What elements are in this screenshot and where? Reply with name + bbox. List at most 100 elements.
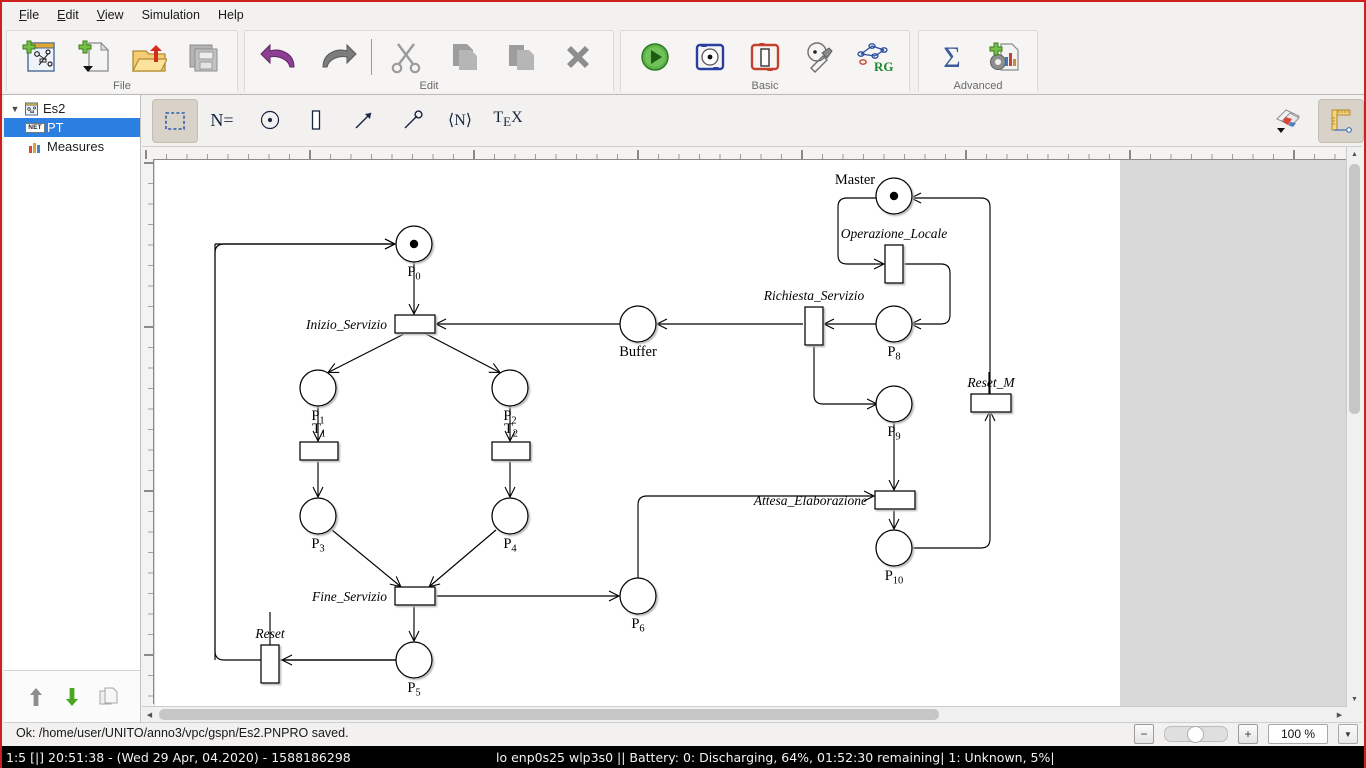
play-button[interactable]: [632, 34, 678, 80]
zoom-slider[interactable]: [1164, 726, 1228, 743]
menu-help[interactable]: Help: [209, 5, 253, 25]
scroll-left-arrow-icon[interactable]: ◀: [142, 707, 157, 722]
arc[interactable]: [637, 496, 873, 578]
new-document-dropdown-icon: [78, 40, 109, 72]
redo-button[interactable]: [314, 34, 360, 80]
scroll-up-arrow-icon[interactable]: ▲: [1347, 147, 1362, 162]
label-P5: P5: [407, 680, 420, 699]
system-taskbar: 1:5 [|] 20:51:38 - (Wed 29 Apr, 04.2020)…: [2, 746, 1364, 768]
inhibitor-arc-tool[interactable]: [390, 99, 434, 141]
label-P6: P6: [631, 616, 644, 635]
new-project-button[interactable]: [17, 34, 63, 80]
menu-edit[interactable]: Edit: [48, 5, 88, 25]
svg-text:P0: P0: [407, 264, 420, 283]
transition-Inizio_Servizio[interactable]: [394, 314, 436, 334]
place-P8[interactable]: [875, 305, 913, 343]
arc[interactable]: [813, 345, 876, 404]
place-P0[interactable]: [395, 225, 433, 263]
tree-item-pt[interactable]: NET PT: [4, 118, 140, 137]
copy-button[interactable]: [441, 34, 487, 80]
place-P2[interactable]: [491, 369, 529, 407]
transition-Reset[interactable]: [260, 644, 280, 684]
undo-button[interactable]: [257, 34, 303, 80]
zoom-value-field[interactable]: 100 %: [1268, 724, 1328, 744]
scroll-right-arrow-icon[interactable]: ▶: [1332, 707, 1347, 722]
multiplicity-tool[interactable]: ⟨N⟩: [438, 99, 482, 141]
angle-n-icon: ⟨N⟩: [447, 112, 473, 129]
zoom-dropdown-caret-icon[interactable]: ▼: [1338, 724, 1358, 744]
menu-file[interactable]: File: [10, 5, 48, 25]
open-button[interactable]: [126, 34, 172, 80]
duplicate-button[interactable]: [95, 684, 121, 710]
place-P1[interactable]: [299, 369, 337, 407]
transition-T2[interactable]: [491, 441, 531, 461]
svg-text:Reset_M: Reset_M: [966, 375, 1015, 390]
menu-view[interactable]: View: [88, 5, 133, 25]
place-Buffer[interactable]: [619, 305, 657, 343]
transition-Reset_M[interactable]: [970, 393, 1012, 413]
place-tool[interactable]: [248, 99, 292, 141]
delete-x-icon: [567, 46, 590, 68]
vertical-scrollbar-thumb[interactable]: [1349, 164, 1360, 414]
move-up-button[interactable]: [23, 684, 49, 710]
tree-item-measures-label: Measures: [47, 139, 105, 154]
reachability-graph-button[interactable]: RG: [852, 34, 898, 80]
ruler-grid-button[interactable]: [1318, 99, 1364, 143]
svg-text:P5: P5: [407, 680, 420, 699]
place-P6[interactable]: [619, 577, 657, 615]
canvas-area[interactable]: P0 P1 P2 P3 P4 P5 P6 Buffer Master P8 P9 P10 Inizio_…: [142, 147, 1362, 722]
place-P3[interactable]: [299, 497, 337, 535]
transition-firing-button[interactable]: [742, 34, 788, 80]
transition-Operazione_Locale[interactable]: [884, 244, 904, 284]
transition-tool[interactable]: [294, 99, 338, 141]
token: [889, 191, 899, 201]
delete-button[interactable]: [555, 34, 601, 80]
move-down-button[interactable]: [59, 684, 85, 710]
net-sheet[interactable]: P0 P1 P2 P3 P4 P5 P6 Buffer Master P8 P9 P10 Inizio_…: [155, 160, 1120, 722]
arc[interactable]: [425, 333, 499, 372]
menu-simulation[interactable]: Simulation: [133, 5, 209, 25]
arc[interactable]: [912, 412, 990, 549]
arc[interactable]: [430, 529, 497, 586]
tree-item-project[interactable]: ▼ Es2: [4, 99, 140, 118]
svg-text:Inizio_Servizio: Inizio_Servizio: [305, 317, 387, 332]
measure-tool-button[interactable]: [797, 34, 843, 80]
new-project-icon: [22, 40, 55, 72]
color-palette-button[interactable]: [1266, 99, 1310, 141]
place-P9[interactable]: [875, 385, 913, 423]
new-measure-button[interactable]: [982, 34, 1028, 80]
petri-net-diagram[interactable]: P0P1 P2P3 P4P5P6BufferMasterP8P9P10Inizio_…: [155, 160, 1120, 705]
horizontal-scrollbar-thumb[interactable]: [159, 709, 939, 720]
cut-button[interactable]: [383, 34, 429, 80]
tex-tool[interactable]: TEX: [486, 99, 530, 141]
vertical-ruler-ticks: [144, 159, 154, 704]
select-tool[interactable]: [152, 99, 198, 143]
arc[interactable]: [329, 333, 405, 372]
zoom-out-button[interactable]: −: [1134, 724, 1154, 744]
arc[interactable]: [331, 529, 400, 586]
token-game-button[interactable]: [687, 34, 733, 80]
horizontal-scrollbar[interactable]: ◀ ▶: [142, 706, 1347, 722]
zoom-slider-knob[interactable]: [1187, 726, 1204, 743]
transition-T1[interactable]: [299, 441, 339, 461]
transition-Richiesta_Servizio[interactable]: [804, 306, 824, 346]
place-Master[interactable]: [875, 177, 913, 215]
place-P10[interactable]: [875, 529, 913, 567]
vertical-scrollbar[interactable]: ▲ ▼: [1346, 147, 1362, 722]
edit-separator: [371, 39, 373, 75]
place-P4[interactable]: [491, 497, 529, 535]
save-button[interactable]: [181, 34, 227, 80]
expander-icon[interactable]: ▼: [8, 104, 22, 114]
zoom-in-button[interactable]: +: [1238, 724, 1258, 744]
marking-tool[interactable]: N=: [200, 99, 244, 141]
paste-button[interactable]: [498, 34, 544, 80]
sum-button[interactable]: Σ: [929, 34, 975, 80]
arc-tool[interactable]: [342, 99, 386, 141]
transition-Attesa_Elaborazione[interactable]: [874, 490, 916, 510]
tree-item-measures[interactable]: Measures: [4, 137, 140, 156]
new-net-button[interactable]: [72, 34, 118, 80]
transition-Fine_Servizio[interactable]: [394, 586, 436, 606]
menu-view-rest: iew: [104, 7, 124, 22]
place-P5[interactable]: [395, 641, 433, 679]
scroll-down-arrow-icon[interactable]: ▼: [1347, 692, 1362, 707]
